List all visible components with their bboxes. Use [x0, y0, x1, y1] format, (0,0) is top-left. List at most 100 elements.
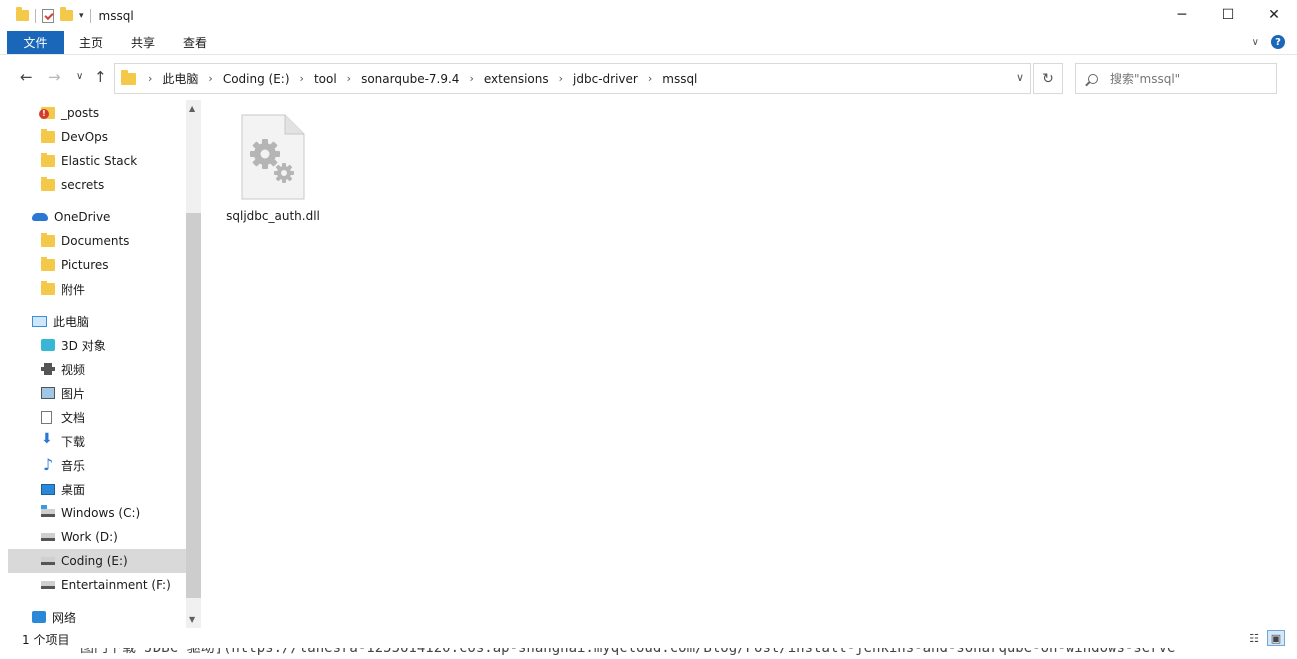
nav-item-3d-objects[interactable]: 3D 对象 [8, 333, 186, 357]
document-icon [41, 410, 52, 424]
maximize-button[interactable]: ☐ [1205, 0, 1251, 30]
expand-ribbon-chevron-icon[interactable]: ∨ [1252, 37, 1259, 48]
folder-icon [41, 153, 55, 167]
folder-icon [41, 257, 55, 271]
breadcrumb-this-pc[interactable]: 此电脑 [162, 70, 198, 87]
breadcrumb-mssql[interactable]: mssql [662, 72, 697, 86]
scroll-down-icon[interactable]: ▼ [189, 615, 195, 624]
breadcrumb-separator-icon[interactable]: › [208, 72, 212, 85]
forward-arrow-icon[interactable]: → [48, 68, 61, 86]
breadcrumb-extensions[interactable]: extensions [484, 72, 549, 86]
details-view-icon[interactable]: ☷ [1245, 630, 1263, 646]
customize-toolbar-chevron-icon[interactable]: ▾ [79, 11, 84, 21]
breadcrumb-separator-icon[interactable]: › [469, 72, 473, 85]
nav-item-windows-c[interactable]: Windows (C:) [8, 501, 186, 525]
nav-item-label: Windows (C:) [61, 506, 141, 520]
address-history-chevron-icon[interactable]: ∨ [1016, 71, 1024, 84]
file-item[interactable]: sqljdbc_auth.dll [221, 110, 325, 223]
nav-item-desktop[interactable]: 桌面 [8, 477, 186, 501]
music-icon [41, 455, 55, 474]
nav-item-label: Elastic Stack [61, 154, 138, 168]
tab-file[interactable]: 文件 [7, 31, 64, 54]
up-arrow-icon[interactable]: ↑ [94, 68, 107, 86]
back-arrow-icon[interactable]: ← [20, 68, 33, 86]
nav-item-label: _posts [61, 106, 100, 120]
breadcrumb-separator-icon[interactable]: › [648, 72, 652, 85]
folder-icon [121, 69, 136, 85]
nav-item-network[interactable]: 网络 [8, 605, 186, 628]
nav-item-videos[interactable]: 视频 [8, 357, 186, 381]
properties-icon[interactable] [42, 8, 54, 23]
search-box[interactable] [1075, 63, 1277, 94]
nav-item-coding-e[interactable]: Coding (E:) [8, 549, 186, 573]
nav-scrollbar-thumb[interactable] [186, 213, 201, 598]
help-icon[interactable]: ? [1271, 35, 1285, 49]
nav-item-attachments[interactable]: 附件 [8, 277, 186, 301]
network-icon [32, 611, 46, 623]
address-row: ← → ∨ ↑ › 此电脑 › Coding (E:) › tool › son… [0, 62, 1297, 94]
nav-item-label: 桌面 [61, 482, 86, 497]
nav-item-label: 图片 [61, 386, 86, 401]
view-toggle: ☷ ▣ [1245, 630, 1285, 646]
nav-item-label: Coding (E:) [61, 554, 128, 568]
ribbon-tabs: 文件 主页 共享 查看 ∨ ? [0, 31, 1297, 55]
nav-item-elastic-stack[interactable]: Elastic Stack [8, 149, 186, 173]
nav-item-images[interactable]: 图片 [8, 381, 186, 405]
breadcrumb-tool[interactable]: tool [314, 72, 337, 86]
background-text-line: 图门下载 JDBC 驱动](https://lanesra-1255614120… [80, 648, 1176, 656]
background-document-text: 图门下载 JDBC 驱动](https://lanesra-1255614120… [80, 648, 1297, 659]
close-button[interactable]: ✕ [1251, 0, 1297, 30]
nav-item-work-d[interactable]: Work (D:) [8, 525, 186, 549]
breadcrumb-jdbc-driver[interactable]: jdbc-driver [573, 72, 638, 86]
minimize-button[interactable]: ─ [1159, 0, 1205, 30]
picture-icon [41, 387, 55, 399]
nav-item-music[interactable]: 音乐 [8, 453, 186, 477]
nav-item-docs[interactable]: 文档 [8, 405, 186, 429]
nav-item-secrets[interactable]: secrets [8, 173, 186, 197]
nav-item-documents[interactable]: Documents [8, 229, 186, 253]
nav-item-posts[interactable]: _posts [8, 101, 186, 125]
address-bar[interactable]: › 此电脑 › Coding (E:) › tool › sonarqube-7… [114, 63, 1031, 94]
breadcrumb-sonarqube[interactable]: sonarqube-7.9.4 [361, 72, 459, 86]
large-icons-view-icon[interactable]: ▣ [1267, 630, 1285, 646]
nav-item-pictures[interactable]: Pictures [8, 253, 186, 277]
recent-locations-chevron-icon[interactable]: ∨ [76, 71, 83, 82]
nav-item-label: Entertainment (F:) [61, 578, 171, 592]
folder-icon [41, 281, 55, 295]
breadcrumb-coding-drive[interactable]: Coding (E:) [223, 72, 290, 86]
new-folder-icon[interactable] [60, 7, 73, 21]
nav-item-label: DevOps [61, 130, 109, 144]
breadcrumb-separator-icon[interactable]: › [347, 72, 351, 85]
nav-item-entertainment-f[interactable]: Entertainment (F:) [8, 573, 186, 597]
folder-icon [41, 129, 55, 143]
cube-icon [41, 339, 55, 351]
folder-icon[interactable] [16, 7, 29, 21]
tab-view[interactable]: 查看 [169, 31, 221, 54]
nav-item-label: Documents [61, 234, 130, 248]
nav-item-downloads[interactable]: 下载 [8, 429, 186, 453]
nav-scrollbar[interactable]: ▲ ▼ [186, 100, 201, 628]
folder-icon [41, 177, 55, 191]
breadcrumb-separator-icon[interactable]: › [559, 72, 563, 85]
window-controls: ─ ☐ ✕ [1159, 0, 1297, 30]
window-title: mssql [98, 8, 134, 23]
nav-item-devops[interactable]: DevOps [8, 125, 186, 149]
nav-item-label: Work (D:) [61, 530, 118, 544]
nav-item-onedrive[interactable]: OneDrive [8, 205, 186, 229]
navigation-pane: _posts DevOps Elastic Stack secrets OneD… [8, 100, 186, 628]
file-name: sqljdbc_auth.dll [226, 209, 320, 223]
breadcrumb-separator-icon[interactable]: › [300, 72, 304, 85]
tab-home[interactable]: 主页 [64, 31, 117, 54]
tab-share[interactable]: 共享 [117, 31, 169, 54]
nav-item-label: OneDrive [54, 210, 111, 224]
search-input[interactable] [1110, 71, 1260, 86]
title-bar: ▾ mssql ─ ☐ ✕ [0, 0, 1297, 31]
nav-item-label: secrets [61, 178, 105, 192]
breadcrumb-separator-icon[interactable]: › [148, 72, 152, 85]
file-list[interactable]: sqljdbc_auth.dll [201, 100, 1297, 628]
ribbon-right-controls: ∨ ? [1252, 35, 1285, 49]
nav-item-this-pc[interactable]: 此电脑 [8, 309, 186, 333]
refresh-button[interactable]: ↻ [1033, 63, 1063, 94]
nav-item-label: 网络 [52, 610, 77, 625]
scroll-up-icon[interactable]: ▲ [189, 104, 195, 113]
